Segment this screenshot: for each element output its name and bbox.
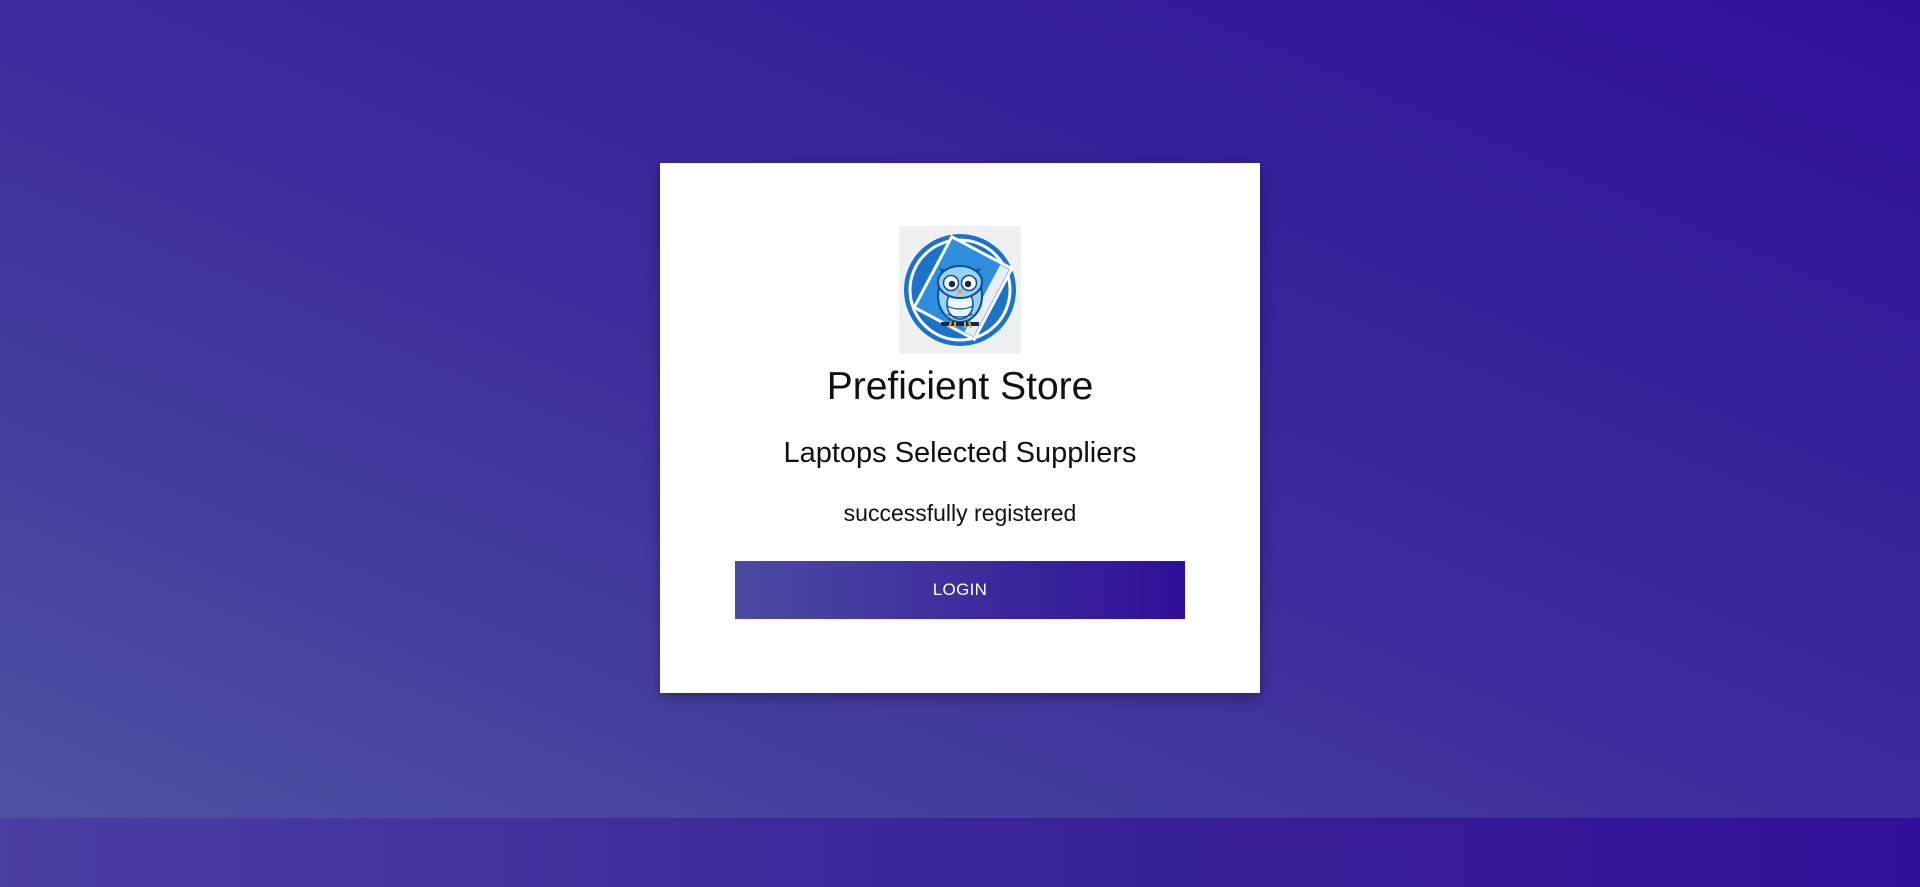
store-subtitle: Laptops Selected Suppliers — [783, 437, 1137, 469]
owl-logo-icon — [899, 226, 1021, 354]
store-title: Preficient Store — [826, 365, 1094, 408]
footer-band — [0, 818, 1920, 887]
registration-card: Preficient Store Laptops Selected Suppli… — [660, 163, 1260, 693]
registration-status-message: successfully registered — [843, 500, 1077, 526]
login-button[interactable]: LOGIN — [735, 561, 1185, 619]
